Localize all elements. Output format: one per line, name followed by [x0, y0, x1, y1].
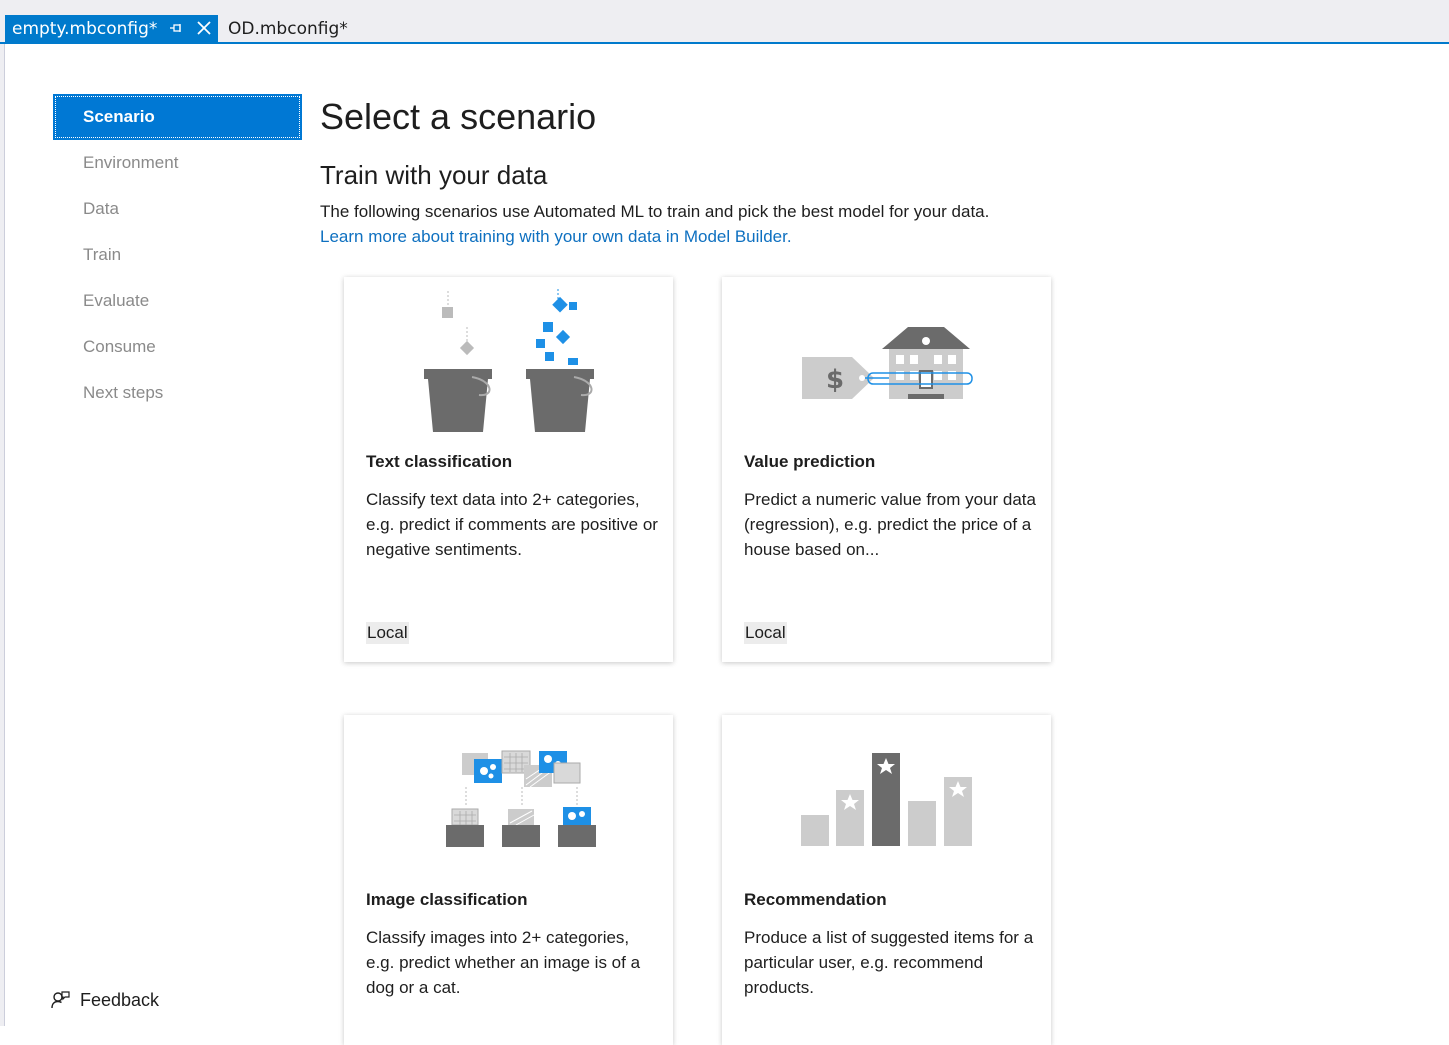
sidebar-item-label: Train: [83, 245, 122, 264]
sidebar-item-label: Evaluate: [83, 291, 150, 310]
card-description: Classify text data into 2+ categories, e…: [366, 490, 658, 559]
card-title: Value prediction: [744, 452, 876, 471]
tab-od-mbconfig[interactable]: OD.mbconfig*: [224, 15, 348, 42]
text-classification-illustration: [424, 289, 594, 432]
recommendation-illustration: [801, 753, 972, 846]
tab-title: OD.mbconfig*: [228, 18, 348, 39]
tab-empty-mbconfig[interactable]: empty.mbconfig*: [5, 15, 218, 42]
sidebar-item-train[interactable]: Train: [53, 232, 302, 278]
sidebar-item-label: Scenario: [83, 107, 155, 126]
section-description: The following scenarios use Automated ML…: [320, 202, 990, 221]
image-classification-illustration: [446, 750, 596, 847]
card-title: Recommendation: [744, 890, 887, 909]
card-description: Produce a list of suggested items for a …: [744, 928, 1034, 997]
learn-more-link[interactable]: Learn more about training with your own …: [320, 227, 792, 247]
sidebar-item-label: Environment: [83, 153, 179, 172]
value-prediction-illustration: $: [802, 327, 973, 399]
scenario-card-text-classification[interactable]: Text classification Classify text data i…: [344, 277, 673, 662]
environment-badge: Local: [366, 622, 409, 644]
environment-badge: Local: [744, 622, 787, 644]
sidebar-item-scenario[interactable]: Scenario: [53, 94, 302, 140]
feedback-icon: [51, 991, 70, 1009]
sidebar-item-environment[interactable]: Environment: [53, 140, 302, 186]
section-title: Train with your data: [320, 160, 548, 190]
left-edge-border: [4, 44, 5, 1026]
page-title: Select a scenario: [320, 96, 597, 137]
sidebar-item-evaluate[interactable]: Evaluate: [53, 278, 302, 324]
scenario-card-recommendation[interactable]: Recommendation Produce a list of suggest…: [722, 715, 1051, 1045]
card-description: Classify images into 2+ categories, e.g.…: [366, 928, 641, 997]
scenario-card-image-classification[interactable]: Image classification Classify images int…: [344, 715, 673, 1045]
sidebar-item-label: Next steps: [83, 383, 164, 402]
sidebar-item-label: Data: [83, 199, 119, 218]
svg-text:$: $: [826, 365, 844, 395]
sidebar-item-data[interactable]: Data: [53, 186, 302, 232]
feedback-button[interactable]: Feedback: [50, 986, 159, 1014]
card-description: Predict a numeric value from your data (…: [744, 490, 1036, 559]
sidebar-item-label: Consume: [83, 337, 156, 356]
feedback-label: Feedback: [80, 989, 160, 1010]
tab-strip-underline: [0, 42, 1449, 44]
tab-title: empty.mbconfig*: [12, 18, 158, 39]
scenario-card-value-prediction[interactable]: $ Value prediction Predict a numeric val…: [722, 277, 1051, 662]
sidebar-item-next-steps[interactable]: Next steps: [53, 370, 302, 416]
card-title: Image classification: [366, 890, 528, 909]
close-icon[interactable]: [195, 19, 213, 37]
card-title: Text classification: [366, 452, 513, 471]
sidebar-item-consume[interactable]: Consume: [53, 324, 302, 370]
pin-icon[interactable]: [168, 20, 184, 36]
